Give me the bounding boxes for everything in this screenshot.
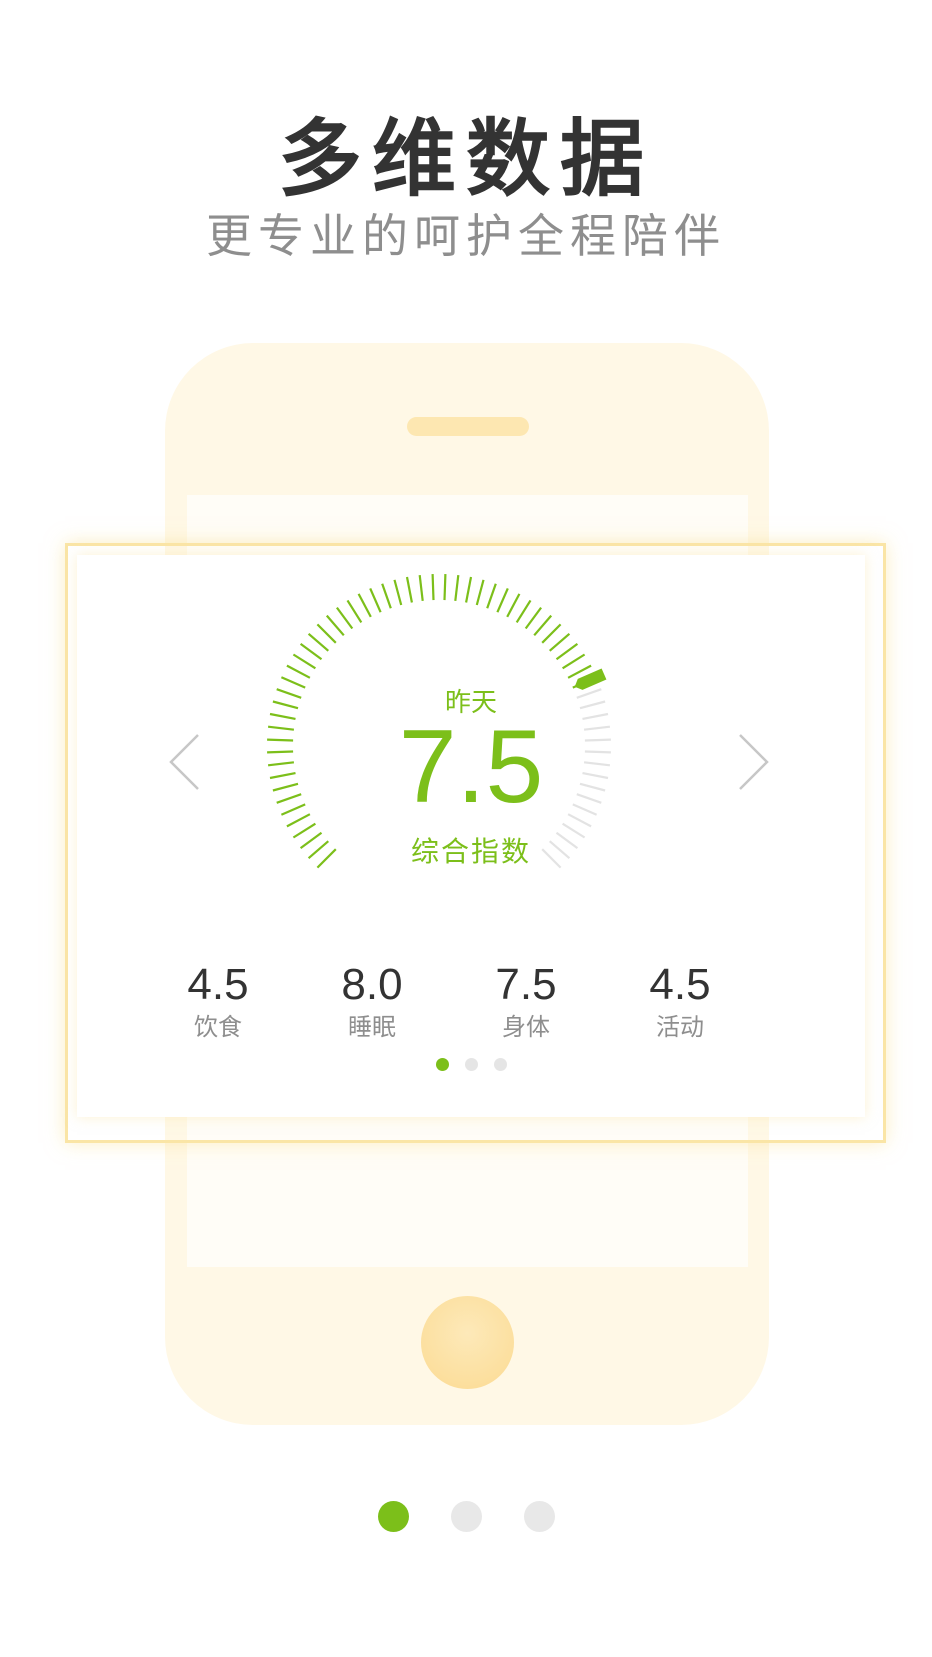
gauge-tick (475, 579, 485, 606)
metric-sleep-label: 睡眠 (348, 1013, 396, 1041)
gauge-tick (316, 623, 337, 644)
metric-body[interactable]: 7.5 身体 (456, 960, 596, 1042)
gauge-tick (548, 632, 571, 652)
metric-sleep[interactable]: 8.0 睡眠 (302, 960, 442, 1042)
gauge-tick (431, 574, 435, 601)
gauge-tick (299, 643, 323, 661)
card-pager-dot[interactable] (464, 1058, 478, 1071)
gauge-tick (405, 576, 413, 603)
metric-activity[interactable]: 4.5 活动 (610, 960, 750, 1042)
page-indicator-dot[interactable] (377, 1501, 409, 1532)
gauge-score-label: 综合指数 (410, 835, 531, 868)
chevron-left-icon (169, 734, 199, 790)
gauge-tick (369, 587, 382, 613)
gauge-tick (346, 599, 363, 623)
gauge-tick (357, 593, 372, 618)
card-pager (77, 1058, 865, 1071)
metric-activity-label: 活动 (656, 1013, 704, 1041)
next-button[interactable] (733, 727, 773, 797)
gauge-tick (562, 653, 586, 670)
score-card: 昨天 7.5 综合指数 4.5 饮食 8.0 睡眠 7.5 身体 4.5 活动 (77, 555, 865, 1117)
chevron-right-icon (739, 734, 769, 790)
gauge-tick (454, 574, 460, 602)
gauge-tick (336, 606, 354, 630)
gauge-tick (506, 593, 521, 618)
gauge-tick (555, 643, 579, 661)
gauge-tick (515, 599, 532, 623)
metric-sleep-value: 8.0 (341, 960, 403, 1009)
gauge-tick (541, 623, 562, 644)
metric-activity-value: 4.5 (649, 960, 711, 1009)
page-title: 多维数据 (277, 110, 654, 208)
gauge-tick (524, 606, 542, 630)
page-indicator-dot[interactable] (523, 1501, 555, 1532)
gauge-tick (465, 576, 473, 603)
page-indicator-dot[interactable] (450, 1501, 482, 1532)
gauge-tick (381, 583, 392, 609)
phone-speaker (407, 417, 529, 436)
gauge-tick (325, 614, 345, 637)
page-indicator (0, 1501, 932, 1532)
page-subtitle: 更专业的呵护全程陪伴 (206, 209, 726, 263)
card-pager-dot[interactable] (493, 1058, 507, 1071)
prev-button[interactable] (165, 727, 205, 797)
metric-diet-label: 饮食 (194, 1013, 242, 1041)
gauge-tick (486, 583, 497, 609)
gauge-tick (307, 632, 330, 652)
phone-home-button (421, 1296, 514, 1389)
gauge-tick (533, 614, 553, 637)
gauge-tick (496, 587, 509, 613)
gauge-tick (286, 664, 311, 679)
metric-diet-value: 4.5 (187, 960, 249, 1009)
metric-body-label: 身体 (502, 1013, 550, 1041)
metric-body-value: 7.5 (495, 960, 557, 1009)
metric-diet[interactable]: 4.5 饮食 (148, 960, 288, 1042)
gauge-tick (418, 574, 424, 602)
gauge-tick (292, 653, 316, 670)
card-pager-dot[interactable] (435, 1058, 449, 1071)
gauge-tick (443, 574, 447, 601)
gauge-tick (393, 579, 403, 606)
